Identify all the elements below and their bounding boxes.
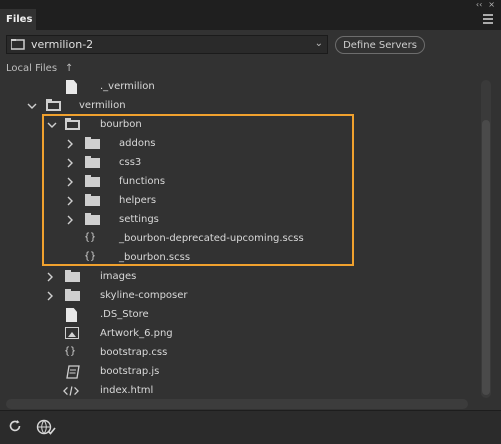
tree-row-label: functions	[119, 176, 166, 187]
site-name: vermilion-2	[31, 38, 94, 51]
tree-row-label: images	[100, 271, 137, 282]
code-braces-icon: {}	[64, 346, 77, 357]
chevron-right-icon[interactable]	[65, 158, 75, 168]
tree-row[interactable]: {} _bourbon-deprecated-upcoming.scss	[0, 230, 470, 249]
folder-icon	[85, 194, 101, 208]
tree-row-label: index.html	[100, 385, 154, 396]
tree-row-label: bootstrap.css	[100, 347, 168, 358]
folder-icon	[85, 156, 101, 170]
tree-row[interactable]: addons	[0, 135, 470, 154]
folder-icon	[65, 270, 81, 284]
tree-row[interactable]: settings	[0, 211, 470, 230]
chevron-right-icon[interactable]	[65, 139, 75, 149]
script-icon	[66, 365, 80, 379]
chevron-down-icon: ⌄	[314, 38, 323, 49]
folder-icon	[85, 137, 101, 151]
image-icon	[65, 327, 81, 341]
chevron-right-icon[interactable]	[65, 177, 75, 187]
tree-row[interactable]: vermilion	[0, 97, 470, 116]
tree-row-label: .DS_Store	[100, 309, 149, 320]
html-tag-icon	[63, 386, 79, 396]
chevron-right-icon[interactable]	[65, 215, 75, 225]
folder-open-icon	[46, 99, 62, 113]
code-braces-icon: {}	[84, 232, 97, 243]
tree-row-label: addons	[119, 138, 156, 149]
tree-row-label: ._vermilion	[100, 81, 155, 92]
file-icon	[66, 308, 82, 322]
tree-row[interactable]: bootstrap.js	[0, 363, 470, 382]
local-files-label: Local Files	[6, 62, 58, 74]
tree-row[interactable]: Artwork_6.png	[0, 325, 470, 344]
vertical-scrollbar-thumb[interactable]	[482, 120, 490, 395]
folder-icon	[85, 175, 101, 189]
hamburger-icon[interactable]	[483, 14, 493, 24]
globe-check-icon[interactable]	[36, 419, 56, 435]
horizontal-scrollbar[interactable]	[6, 399, 468, 409]
tree-row[interactable]: bourbon	[0, 116, 470, 135]
chevron-down-icon[interactable]	[47, 120, 57, 130]
code-braces-icon: {}	[84, 251, 97, 262]
collapse-panel-icon[interactable]: ‹‹	[476, 0, 482, 9]
tree-row-label: Artwork_6.png	[100, 328, 173, 339]
bottom-toolbar	[0, 410, 501, 444]
tree-row-label: settings	[119, 214, 159, 225]
tree-row[interactable]: {} _bourbon.scss	[0, 249, 470, 268]
tab-files-label: Files	[6, 14, 33, 25]
local-files-row: Local Files ↑	[0, 58, 501, 78]
close-panel-icon[interactable]: ×	[488, 0, 495, 9]
tree-row[interactable]: .DS_Store	[0, 306, 470, 325]
tree-row[interactable]: index.html	[0, 382, 470, 398]
tab-files[interactable]: Files	[0, 9, 36, 30]
refresh-icon[interactable]	[8, 419, 22, 433]
tree-row[interactable]: skyline-composer	[0, 287, 470, 306]
tree-row-label: _bourbon.scss	[119, 252, 191, 263]
tree-row[interactable]: helpers	[0, 192, 470, 211]
folder-icon	[65, 289, 81, 303]
file-icon	[66, 80, 82, 94]
tree-row-label: bootstrap.js	[100, 366, 160, 377]
tree-row[interactable]: {} bootstrap.css	[0, 344, 470, 363]
panel-top-strip	[0, 0, 501, 9]
folder-open-icon	[65, 118, 81, 132]
tree-row-label: skyline-composer	[100, 290, 188, 301]
site-select[interactable]: vermilion-2 ⌄	[6, 35, 328, 54]
define-servers-button[interactable]: Define Servers	[335, 36, 425, 54]
panel-top-controls: ‹‹ ×	[476, 0, 495, 9]
chevron-right-icon[interactable]	[65, 196, 75, 206]
panel-tab-row: Files	[0, 9, 501, 30]
chevron-right-icon[interactable]	[45, 272, 55, 282]
tree-row-label: css3	[119, 157, 142, 168]
chevron-right-icon[interactable]	[45, 291, 55, 301]
tree-row[interactable]: ._vermilion	[0, 78, 470, 97]
tree-row-label: vermilion	[79, 100, 126, 111]
folder-icon	[11, 39, 25, 50]
tree-row-label: bourbon	[100, 119, 142, 130]
folder-icon	[85, 213, 101, 227]
chevron-down-icon[interactable]	[27, 101, 37, 111]
tree-row[interactable]: images	[0, 268, 470, 287]
tree-row[interactable]: functions	[0, 173, 470, 192]
file-tree: ._vermilion vermilion bourbon addons css…	[0, 78, 470, 398]
site-row: vermilion-2 ⌄ Define Servers	[0, 32, 501, 56]
tree-row[interactable]: css3	[0, 154, 470, 173]
define-servers-label: Define Servers	[343, 39, 417, 51]
tree-row-label: helpers	[119, 195, 157, 206]
tree-row-label: _bourbon-deprecated-upcoming.scss	[119, 233, 304, 244]
up-arrow-icon[interactable]: ↑	[65, 63, 73, 74]
